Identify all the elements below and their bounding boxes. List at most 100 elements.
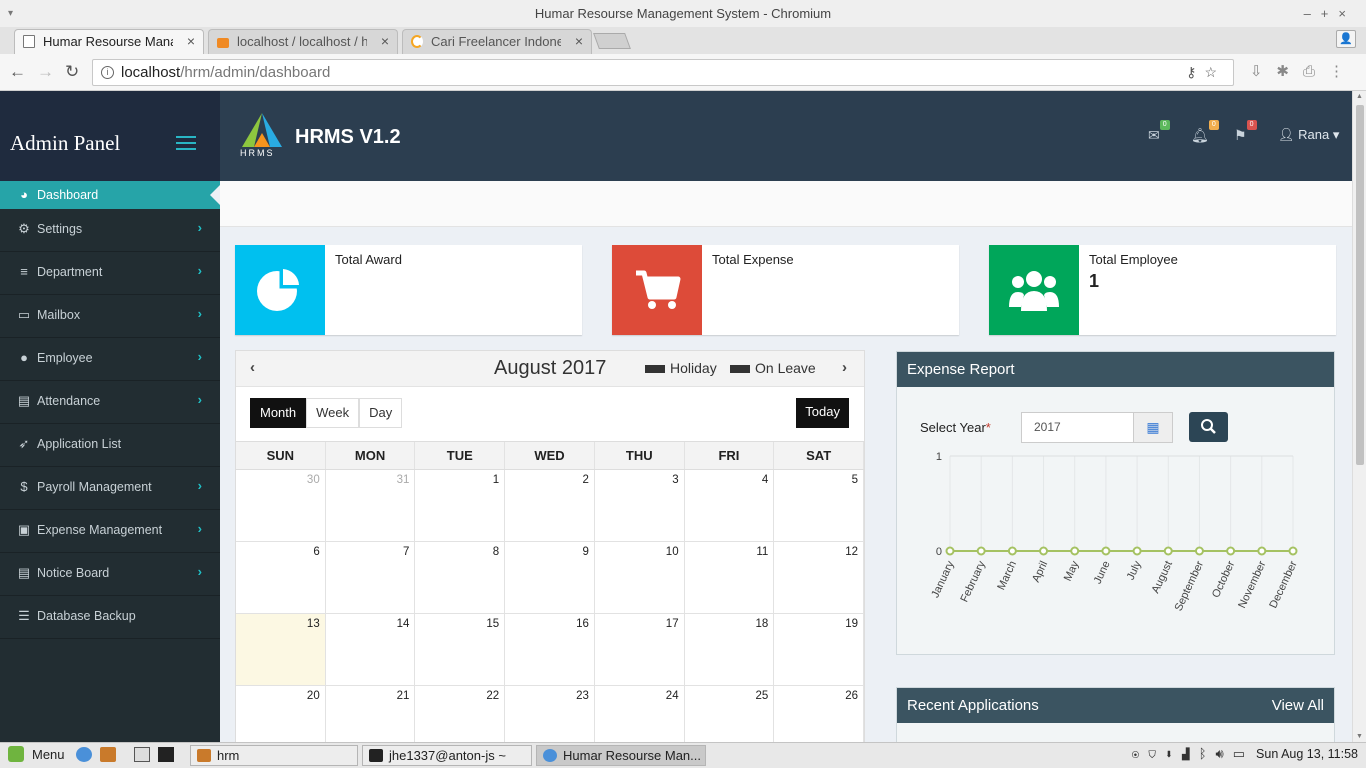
calendar-day[interactable]: 15 (415, 614, 506, 685)
chromium-launcher-icon[interactable] (76, 747, 92, 762)
scroll-thumb[interactable] (1356, 105, 1364, 465)
sidebar-item-database-backup[interactable]: ☰ Database Backup (0, 596, 220, 639)
calendar-day[interactable]: 31 (326, 470, 416, 541)
sidebar-item-expense[interactable]: ▣ Expense Management › (0, 510, 220, 553)
close-icon[interactable]: × (187, 30, 195, 53)
calendar-day[interactable]: 14 (326, 614, 416, 685)
calendar-day[interactable]: 23 (505, 686, 595, 742)
page-scrollbar[interactable]: ▲ ▼ (1352, 91, 1366, 742)
mint-logo-icon[interactable] (8, 746, 24, 762)
volume-icon[interactable]: 🔊︎ (1216, 746, 1233, 761)
calendar-day[interactable]: 20 (236, 686, 326, 742)
chromium-tray-icon[interactable]: ◉ (1131, 746, 1148, 761)
calendar-day[interactable]: 25 (685, 686, 775, 742)
update-icon[interactable]: ⬇ (1165, 746, 1182, 761)
terminal-launcher-icon[interactable] (158, 747, 174, 762)
data-point[interactable] (1039, 546, 1049, 556)
month-view-button[interactable]: Month (250, 398, 307, 428)
calendar-day[interactable]: 3 (595, 470, 685, 541)
files-launcher-icon[interactable] (100, 747, 116, 762)
data-point[interactable] (1226, 546, 1236, 556)
user-menu[interactable]: 👤︎ Rana ▾ (1278, 127, 1339, 143)
tab-freelancer[interactable]: Cari Freelancer Indonesia × (402, 29, 592, 54)
hamburger-menu-icon[interactable] (176, 136, 196, 154)
data-point[interactable] (1132, 546, 1142, 556)
calendar-day[interactable]: 6 (236, 542, 326, 613)
calendar-day[interactable]: 7 (326, 542, 416, 613)
search-button[interactable] (1189, 412, 1228, 442)
calendar-day[interactable]: 13 (236, 614, 326, 685)
window-controls[interactable]: –+× (1304, 0, 1356, 27)
data-point[interactable] (1101, 546, 1111, 556)
extension-icon[interactable]: ✱ (1276, 63, 1303, 80)
calendar-day[interactable]: 12 (774, 542, 865, 613)
chevron-right-icon[interactable]: › (842, 359, 847, 376)
reload-icon[interactable]: ↻ (65, 62, 79, 82)
sidebar-item-attendance[interactable]: ▤ Attendance › (0, 381, 220, 424)
sidebar-item-application-list[interactable]: ➶ Application List (0, 424, 220, 467)
taskbar-item-terminal[interactable]: jhe1337@anton-js ~ (362, 745, 532, 766)
bookmark-star-icon[interactable]: ☆ (1204, 64, 1225, 80)
start-menu-button[interactable]: Menu (32, 747, 65, 762)
close-icon[interactable]: × (575, 30, 583, 53)
sidebar-item-department[interactable]: ≡ Department › (0, 252, 220, 295)
today-button[interactable]: Today (796, 398, 849, 428)
week-view-button[interactable]: Week (306, 398, 360, 428)
calendar-day[interactable]: 16 (505, 614, 595, 685)
battery-icon[interactable]: ▭ (1233, 746, 1254, 761)
profile-icon[interactable]: 👤 (1336, 30, 1356, 48)
key-icon[interactable]: ⚷ (1186, 64, 1204, 80)
taskbar-item-chromium[interactable]: Humar Resourse Man... (536, 745, 706, 766)
data-point[interactable] (1163, 546, 1173, 556)
calendar-day[interactable]: 26 (774, 686, 865, 742)
calendar-day[interactable]: 17 (595, 614, 685, 685)
new-tab-button[interactable] (593, 33, 631, 49)
bluetooth-icon[interactable]: ᛒ (1199, 746, 1216, 761)
back-icon[interactable]: ← (9, 62, 26, 82)
data-point[interactable] (1257, 546, 1267, 556)
tab-phpmyadmin[interactable]: localhost / localhost / hrm × (208, 29, 398, 54)
year-input[interactable]: 2017 (1021, 412, 1134, 443)
scroll-up-icon[interactable]: ▲ (1356, 93, 1363, 100)
print-icon[interactable]: ⎙ (1303, 63, 1329, 80)
taskbar-item-hrm[interactable]: hrm (190, 745, 358, 766)
calendar-day[interactable]: 19 (774, 614, 865, 685)
download-icon[interactable]: ⇩ (1250, 63, 1277, 80)
day-view-button[interactable]: Day (359, 398, 403, 428)
calendar-day[interactable]: 10 (595, 542, 685, 613)
sidebar-item-mailbox[interactable]: ▭ Mailbox › (0, 295, 220, 338)
calendar-day[interactable]: 2 (505, 470, 595, 541)
forward-icon[interactable]: → (37, 62, 54, 82)
data-point[interactable] (976, 546, 986, 556)
window-menu-icon[interactable]: ▾ (8, 0, 13, 27)
sidebar-item-payroll[interactable]: $ Payroll Management › (0, 467, 220, 510)
calendar-day[interactable]: 11 (685, 542, 775, 613)
calendar-day[interactable]: 24 (595, 686, 685, 742)
data-point[interactable] (945, 546, 955, 556)
calendar-day[interactable]: 18 (685, 614, 775, 685)
sidebar-item-dashboard[interactable]: ◕ Dashboard (0, 181, 220, 209)
chevron-left-icon[interactable]: ‹ (250, 359, 255, 376)
sidebar-item-notice-board[interactable]: ▤ Notice Board › (0, 553, 220, 596)
data-point[interactable] (1007, 546, 1017, 556)
data-point[interactable] (1288, 546, 1298, 556)
scroll-down-icon[interactable]: ▼ (1356, 733, 1363, 740)
info-icon[interactable]: i (101, 66, 114, 79)
chrome-menu-icon[interactable]: ⋮ (1329, 63, 1358, 80)
close-icon[interactable]: × (381, 30, 389, 53)
calendar-day[interactable]: 30 (236, 470, 326, 541)
calendar-day[interactable]: 22 (415, 686, 506, 742)
calendar-icon[interactable]: ▦ (1133, 412, 1173, 443)
shield-icon[interactable]: ⛉ (1148, 746, 1165, 761)
mail-icon[interactable]: ✉ 0 (1148, 120, 1170, 144)
flag-icon[interactable]: ⚑ 0 (1234, 120, 1257, 144)
data-point[interactable] (1070, 546, 1080, 556)
network-icon[interactable]: ▟ (1182, 746, 1199, 761)
address-bar[interactable]: i localhost/hrm/admin/dashboard ⚷☆ (92, 59, 1234, 86)
calendar-day[interactable]: 8 (415, 542, 506, 613)
sidebar-item-settings[interactable]: ⚙ Settings › (0, 209, 220, 252)
calendar-day[interactable]: 1 (415, 470, 506, 541)
sidebar-item-employee[interactable]: ● Employee › (0, 338, 220, 381)
tab-hrm[interactable]: Humar Resourse Management System × (14, 29, 204, 54)
calendar-day[interactable]: 9 (505, 542, 595, 613)
